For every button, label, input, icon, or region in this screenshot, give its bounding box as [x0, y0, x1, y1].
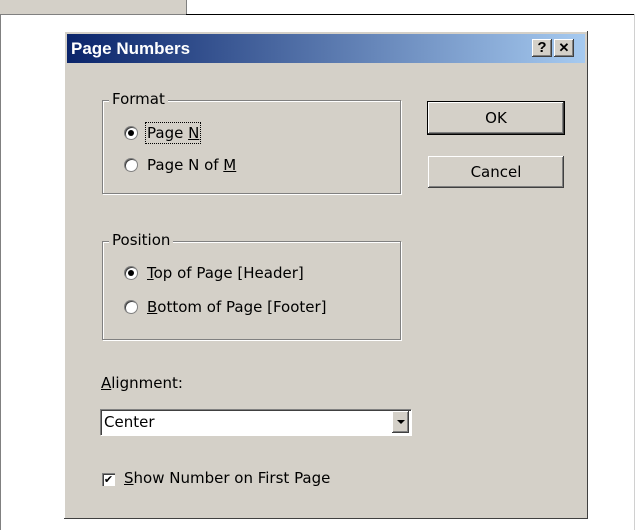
title-bar[interactable]: Page Numbers ? ✕	[67, 34, 585, 63]
show-first-page-checkbox[interactable]: ✔	[102, 473, 115, 486]
background-tab	[0, 0, 187, 15]
page-numbers-dialog: Page Numbers ? ✕ Format Page N Page N of…	[64, 31, 588, 519]
ok-button[interactable]: OK	[427, 101, 565, 135]
alignment-select[interactable]: Center	[100, 409, 411, 435]
close-icon[interactable]: ✕	[554, 39, 574, 57]
background-frame-left	[0, 14, 1, 530]
alignment-value: Center	[104, 413, 155, 431]
show-first-page-label[interactable]: Show Number on First Page	[124, 469, 330, 487]
chevron-down-icon[interactable]	[392, 411, 409, 433]
alignment-label: Alignment:	[101, 374, 183, 392]
radio-bottom-of-page-label[interactable]: Bottom of Page [Footer]	[147, 298, 327, 316]
help-icon[interactable]: ?	[532, 39, 552, 57]
radio-page-n-button[interactable]	[125, 127, 137, 139]
background-frame-top	[186, 14, 635, 15]
radio-page-n-of-m-label[interactable]: Page N of M	[147, 156, 236, 174]
radio-top-of-page-button[interactable]	[125, 267, 137, 279]
radio-top-of-page-label[interactable]: Top of Page [Header]	[147, 264, 304, 282]
radio-selected-dot	[128, 270, 134, 276]
format-group-label: Format	[109, 90, 168, 108]
position-group-label: Position	[109, 231, 174, 249]
radio-selected-dot	[128, 130, 134, 136]
cancel-button[interactable]: Cancel	[428, 156, 564, 188]
position-group: Position Top of Page [Header] Bottom of …	[102, 231, 401, 340]
radio-page-n-label[interactable]: Page N	[144, 122, 202, 144]
format-group: Format Page N Page N of M	[102, 90, 401, 194]
dialog-title: Page Numbers	[71, 39, 191, 58]
radio-page-n-of-m-button[interactable]	[125, 159, 137, 171]
radio-bottom-of-page-button[interactable]	[125, 301, 137, 313]
